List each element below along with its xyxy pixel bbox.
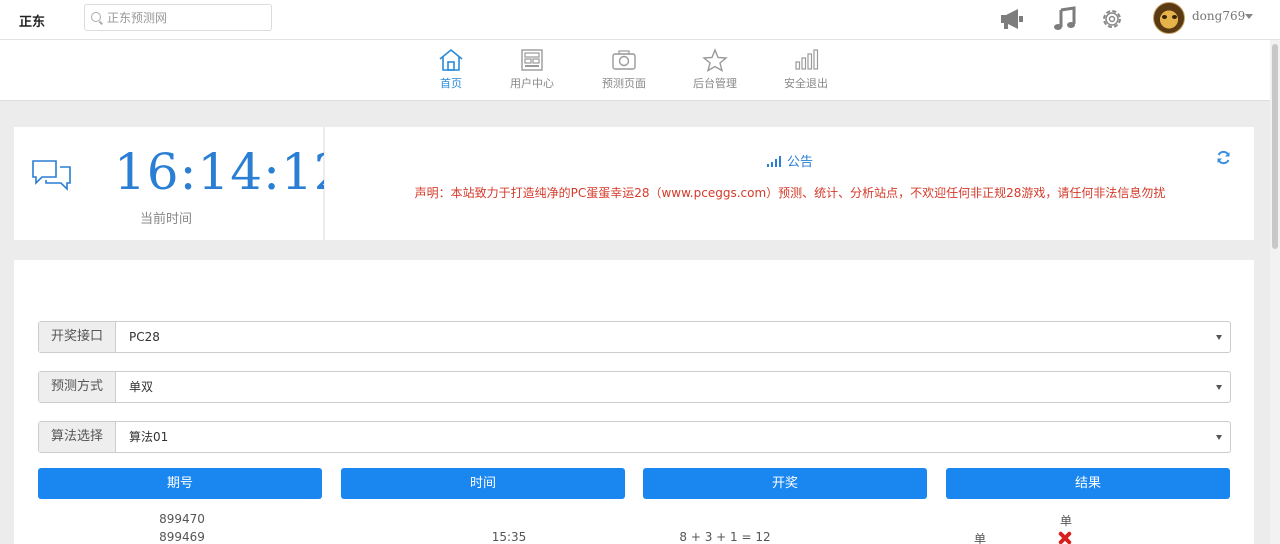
search-input[interactable]: [107, 8, 267, 27]
search-box[interactable]: [84, 4, 272, 31]
method-value: 单双: [129, 380, 154, 394]
column-header-draw: 开奖: [643, 468, 927, 499]
method-select[interactable]: 预测方式 单双: [38, 371, 1231, 403]
nav-item-label: 用户中心: [510, 77, 554, 90]
chevron-down-icon[interactable]: [1245, 14, 1253, 19]
row-draw: 8 + 3 + 1 = 12: [679, 530, 771, 544]
chevron-down-icon: [1216, 435, 1222, 440]
row-period: 899469: [159, 530, 205, 544]
avatar[interactable]: [1153, 2, 1185, 34]
interface-value: PC28: [129, 330, 160, 344]
method-label: 预测方式: [39, 372, 116, 402]
notice-card: 公告 声明：本站致力于打造纯净的PC蛋蛋幸运28（www.pceggs.com）…: [324, 127, 1254, 240]
username[interactable]: dong769: [1192, 9, 1245, 23]
row-prediction: 单: [973, 532, 986, 544]
signal-icon: [766, 156, 781, 167]
megaphone-icon[interactable]: [998, 6, 1026, 32]
star-icon: [702, 48, 728, 72]
current-time: 16:14:12: [114, 143, 347, 201]
brand-logo[interactable]: 正东: [19, 11, 45, 30]
clock-card: 16:14:12 当前时间: [14, 127, 346, 240]
algorithm-value: 算法01: [129, 430, 169, 444]
gear-icon[interactable]: [1098, 6, 1126, 32]
nav-item-user-center[interactable]: 用户中心: [496, 48, 568, 91]
search-icon: [91, 12, 101, 22]
bar-chart-icon: [795, 49, 819, 70]
nav-item-label: 安全退出: [784, 77, 828, 90]
wrong-icon: [1058, 531, 1072, 544]
algorithm-label: 算法选择: [39, 422, 116, 452]
home-icon: [439, 48, 463, 71]
nav-item-prediction[interactable]: 预测页面: [588, 48, 660, 91]
chevron-down-icon: [1216, 385, 1222, 390]
top-bar: 正东 dong769: [0, 0, 1280, 40]
main-nav: 首页 用户中心 预测页面 后台管理 安全退出: [0, 40, 1280, 101]
row-result: 单: [1059, 514, 1072, 528]
chat-icon: [32, 160, 71, 191]
column-header-time: 时间: [341, 468, 625, 499]
notice-text: 声明：本站致力于打造纯净的PC蛋蛋幸运28（www.pceggs.com）预测、…: [414, 186, 1166, 200]
nav-item-label: 预测页面: [602, 77, 646, 90]
row-time: 15:35: [491, 530, 527, 544]
prediction-panel: 开奖接口 PC28 预测方式 单双 算法选择 算法01 期号 时间 开奖 结果 …: [14, 260, 1254, 544]
nav-item-label: 首页: [440, 77, 462, 90]
refresh-icon[interactable]: [1216, 150, 1231, 165]
column-header-period: 期号: [38, 468, 322, 499]
nav-item-admin[interactable]: 后台管理: [679, 48, 751, 91]
chevron-down-icon: [1216, 335, 1222, 340]
nav-item-logout[interactable]: 安全退出: [770, 48, 842, 91]
column-header-result: 结果: [946, 468, 1230, 499]
nav-item-home[interactable]: 首页: [415, 48, 487, 91]
interface-label: 开奖接口: [39, 322, 116, 352]
nav-item-label: 后台管理: [693, 77, 737, 90]
camera-icon: [612, 50, 636, 70]
grid-icon: [521, 49, 543, 71]
music-note-icon[interactable]: [1052, 6, 1080, 32]
page-scrollbar[interactable]: [1270, 40, 1280, 544]
row-period: 899470: [159, 512, 205, 526]
current-time-label: 当前时间: [140, 212, 193, 227]
interface-select[interactable]: 开奖接口 PC28: [38, 321, 1231, 353]
algorithm-select[interactable]: 算法选择 算法01: [38, 421, 1231, 453]
notice-title: 公告: [786, 155, 813, 170]
notice-heading: 公告: [325, 151, 1255, 170]
scrollbar-thumb[interactable]: [1272, 44, 1278, 249]
